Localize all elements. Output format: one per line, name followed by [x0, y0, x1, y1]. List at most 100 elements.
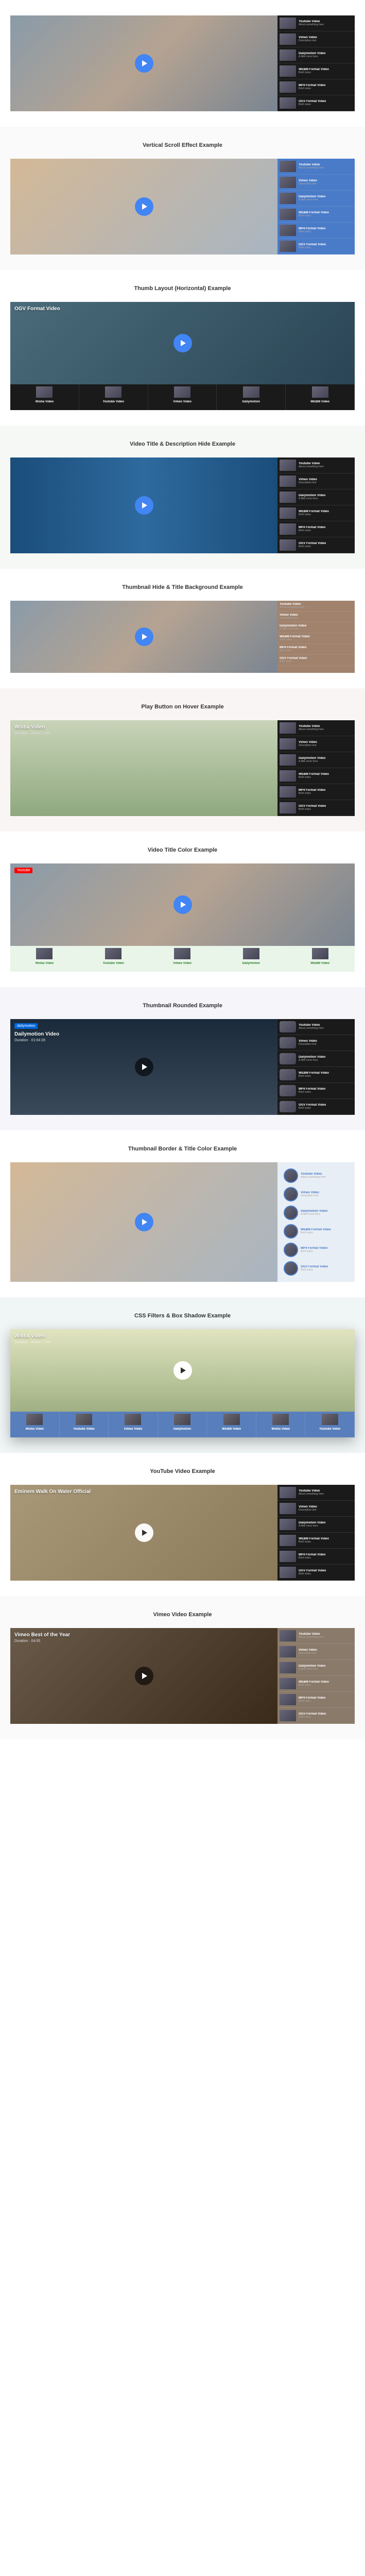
playlist-item-text: Dailymotion	[173, 1428, 191, 1435]
playlist-item[interactable]: Vimeo Video	[148, 384, 217, 410]
playlist-item[interactable]: OGV Format VideoBrief notes	[282, 1259, 351, 1278]
play-button[interactable]	[135, 1213, 153, 1231]
play-button[interactable]	[135, 496, 153, 515]
playlist-item[interactable]: Youtube Video	[305, 1412, 355, 1437]
main-video[interactable]: Wistia Video Duration · About 1 min	[10, 1329, 355, 1412]
playlist-item[interactable]: Youtube VideoAbout something here	[277, 457, 355, 473]
main-video[interactable]	[10, 457, 277, 553]
playlist-item[interactable]: OGV Format VideoBrief notes	[277, 1565, 355, 1581]
main-video[interactable]: Wistia Video Duration · About 1 min	[10, 720, 277, 816]
main-video[interactable]	[10, 601, 277, 673]
main-video[interactable]: OGV Format Video	[10, 302, 355, 384]
play-button[interactable]	[173, 1361, 192, 1380]
play-button[interactable]	[173, 334, 192, 352]
playlist-item[interactable]: Wistia Video	[10, 946, 79, 972]
playlist-item[interactable]: OGV Format VideoBrief notes	[277, 95, 355, 111]
playlist-item[interactable]: Vimeo VideoDescription text	[277, 1501, 355, 1517]
playlist-item[interactable]: OGV Format VideoBrief notes	[277, 1099, 355, 1115]
playlist-item[interactable]: Youtube VideoAbout something here	[277, 1019, 355, 1035]
playlist-item[interactable]: Vimeo Video	[109, 1412, 158, 1437]
playlist-item[interactable]: MP4 Format VideoBrief notes	[277, 1083, 355, 1099]
playlist-item[interactable]: MP4 Format VideoBrief notes	[277, 1549, 355, 1565]
playlist-item[interactable]: OGV Format VideoBrief notes	[277, 537, 355, 553]
playlist-item[interactable]: MP4 Format VideoBrief notes	[277, 784, 355, 800]
playlist-item[interactable]: Youtube Video	[79, 946, 148, 972]
playlist-item-text: Dailymotion VideoA little more here	[299, 52, 353, 58]
playlist-item[interactable]: WEBM Video	[286, 946, 355, 972]
main-video[interactable]: Vimeo Best of the Year Duration · 04:05	[10, 1628, 277, 1724]
playlist-item[interactable]: Vimeo VideoDescription text	[277, 175, 355, 191]
playlist-item[interactable]: Vimeo VideoDescription text	[277, 1035, 355, 1051]
playlist-item[interactable]: Dailymotion VideoA little more here	[277, 622, 355, 633]
playlist-item[interactable]: MP4 Format VideoBrief notes	[277, 79, 355, 95]
main-video[interactable]: Youtube	[10, 863, 355, 946]
playlist-item[interactable]: Dailymotion VideoA little more here	[277, 752, 355, 768]
playlist-item[interactable]: Youtube VideoAbout something here	[277, 159, 355, 175]
playlist-item[interactable]: Wistia Video	[10, 1412, 60, 1437]
playlist-item[interactable]: OGV Format VideoBrief notes	[277, 1708, 355, 1724]
main-video[interactable]: Eminem Walk On Water Official	[10, 1485, 277, 1581]
playlist-item[interactable]: Vimeo Video	[148, 946, 217, 972]
main-video[interactable]: dailymotion Dailymotion Video Duration ·…	[10, 1019, 277, 1115]
playlist-item[interactable]: WEBM Format VideoBrief notes	[277, 633, 355, 644]
playlist-item[interactable]: WEBM Format VideoBrief notes	[277, 207, 355, 223]
video-title: Vimeo Best of the Year	[14, 1632, 70, 1638]
playlist-item[interactable]: OGV Format VideoBrief notes	[277, 800, 355, 816]
playlist-item[interactable]: Youtube Video	[79, 384, 148, 410]
playlist-item[interactable]: Youtube VideoAbout something here	[277, 720, 355, 736]
playlist-item[interactable]: Dailymotion VideoA little more here	[277, 47, 355, 63]
play-button[interactable]	[135, 1523, 153, 1542]
playlist-item[interactable]: Dailymotion VideoA little more here	[282, 1204, 351, 1222]
playlist-item-desc: A little more here	[299, 1524, 353, 1528]
playlist-item[interactable]: WEBM Format VideoBrief notes	[277, 768, 355, 784]
playlist-item[interactable]: Dailymotion VideoA little more here	[277, 191, 355, 207]
main-video[interactable]	[10, 159, 277, 255]
playlist-item[interactable]: WEBM Format VideoBrief notes	[277, 1533, 355, 1549]
playlist-item[interactable]: OGV Format VideoBrief notes	[277, 239, 355, 255]
playlist-item[interactable]: Youtube VideoAbout something here	[277, 1485, 355, 1501]
play-button[interactable]	[135, 1058, 153, 1076]
playlist-item[interactable]: Vimeo VideoDescription text	[277, 1644, 355, 1660]
playlist-item[interactable]: Wistia Video	[10, 384, 79, 410]
play-button[interactable]	[135, 628, 153, 646]
playlist-item[interactable]: Dailymotion	[158, 1412, 207, 1437]
playlist-item[interactable]: Dailymotion VideoA little more here	[277, 489, 355, 505]
play-button[interactable]	[135, 54, 153, 73]
playlist-item[interactable]: WEBM Format VideoBrief notes	[282, 1222, 351, 1241]
playlist-item[interactable]: Youtube VideoAbout something here	[277, 15, 355, 31]
play-button[interactable]	[135, 1667, 153, 1685]
playlist-item[interactable]: Dailymotion VideoA little more here	[277, 1660, 355, 1676]
playlist-item[interactable]: OGV Format VideoBrief notes	[277, 655, 355, 666]
playlist-item-title: WEBM Video	[310, 400, 329, 403]
playlist-item[interactable]: Vimeo VideoDescription text	[277, 736, 355, 752]
playlist-item[interactable]: WEBM Format VideoBrief notes	[277, 505, 355, 521]
playlist-item[interactable]: Vimeo VideoDescription text	[277, 473, 355, 489]
playlist-item[interactable]: Vimeo VideoDescription text	[277, 612, 355, 622]
playlist-item[interactable]: MP4 Format VideoBrief notes	[277, 521, 355, 537]
play-button[interactable]	[135, 197, 153, 216]
playlist-item[interactable]: WEBM Format VideoBrief notes	[277, 1067, 355, 1083]
playlist-item[interactable]: Vimeo VideoDescription text	[282, 1185, 351, 1204]
playlist-item[interactable]: Youtube VideoAbout something here	[277, 1628, 355, 1644]
playlist-item[interactable]: Vimeo VideoDescription text	[277, 31, 355, 47]
playlist-item[interactable]: WEBM Video	[286, 384, 355, 410]
playlist-item[interactable]: MP4 Format VideoBrief notes	[277, 1692, 355, 1708]
playlist-item[interactable]: WEBM Format VideoBrief notes	[277, 1676, 355, 1692]
playlist-item[interactable]: WEBM Video	[207, 1412, 256, 1437]
playlist-item[interactable]: MP4 Format VideoBrief notes	[282, 1241, 351, 1259]
playlist-item[interactable]: Dailymotion	[217, 384, 286, 410]
main-video[interactable]	[10, 15, 277, 111]
playlist-item-desc: Brief notes	[299, 230, 353, 233]
play-button[interactable]	[173, 895, 192, 914]
playlist-item[interactable]: Wistia Video	[256, 1412, 306, 1437]
playlist-item[interactable]: Dailymotion VideoA little more here	[277, 1051, 355, 1067]
playlist-item[interactable]: Youtube VideoAbout something here	[282, 1166, 351, 1185]
playlist-item[interactable]: Dailymotion VideoA little more here	[277, 1517, 355, 1533]
playlist-item[interactable]: Youtube Video	[60, 1412, 109, 1437]
playlist-item[interactable]: MP4 Format VideoBrief notes	[277, 644, 355, 655]
playlist-item[interactable]: MP4 Format VideoBrief notes	[277, 223, 355, 239]
playlist-item[interactable]: Dailymotion	[217, 946, 286, 972]
main-video[interactable]	[10, 1162, 277, 1282]
playlist-item[interactable]: WEBM Format VideoBrief notes	[277, 63, 355, 79]
playlist-item[interactable]: Youtube VideoAbout something here	[277, 601, 355, 612]
